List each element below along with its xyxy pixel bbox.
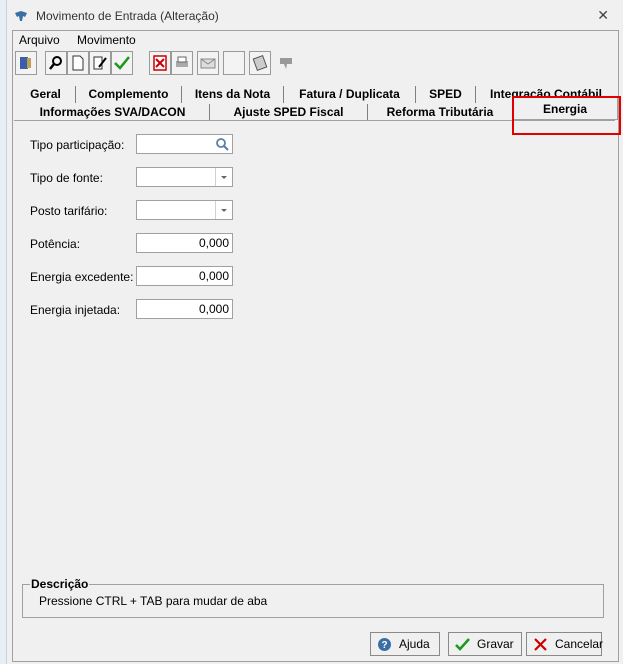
close-icon[interactable]: ✕ [597, 7, 609, 24]
confirm-icon [114, 56, 130, 70]
new-button[interactable] [67, 51, 89, 75]
tipo-participacao-label: Tipo participação: [30, 138, 125, 152]
tab-itens-da-nota[interactable]: Itens da Nota [182, 86, 284, 103]
energia-injetada-input[interactable]: 0,000 [136, 299, 233, 319]
confirm-button[interactable] [111, 51, 133, 75]
description-title: Descrição [30, 577, 90, 591]
print-icon [176, 56, 188, 67]
background-strip [0, 0, 7, 664]
title-bar: Movimento de Entrada (Alteração) ✕ [6, 4, 617, 28]
potencia-label: Potência: [30, 237, 81, 251]
window-title: Movimento de Entrada (Alteração) [36, 9, 219, 23]
tab-reforma-tributaria[interactable]: Reforma Tributária [368, 104, 512, 121]
window: Movimento de Entrada (Alteração) ✕ Arqui… [0, 0, 623, 664]
app-icon [15, 11, 27, 21]
posto-tarifario-select[interactable] [136, 200, 233, 220]
menu-bar: Arquivo Movimento [19, 33, 150, 49]
energia-excedente-input[interactable]: 0,000 [136, 266, 233, 286]
search-button[interactable] [45, 51, 67, 75]
chevron-down-icon[interactable] [215, 201, 232, 219]
print-button[interactable] [171, 51, 193, 75]
tipo-fonte-label: Tipo de fonte: [30, 171, 103, 185]
delete-button[interactable] [149, 51, 171, 75]
potencia-input[interactable]: 0,000 [136, 233, 233, 253]
edit-icon [93, 56, 107, 70]
energia-injetada-label: Energia injetada: [30, 303, 121, 317]
tab-fatura-duplicata[interactable]: Fatura / Duplicata [284, 86, 416, 103]
tab-geral[interactable]: Geral [16, 86, 76, 103]
description-box: Descrição Pressione CTRL + TAB para muda… [22, 577, 604, 618]
tab-panel-energia [14, 120, 615, 579]
new-doc-icon [72, 55, 84, 71]
arrow-button[interactable] [275, 51, 297, 75]
tab-complemento[interactable]: Complemento [76, 86, 182, 103]
search-icon [49, 56, 62, 70]
save-button[interactable]: Gravar [448, 632, 522, 656]
cancel-button[interactable]: Cancelar [526, 632, 604, 656]
tipo-participacao-input[interactable] [136, 134, 233, 154]
energia-excedente-label: Energia excedente: [30, 270, 134, 284]
blank-button[interactable] [223, 51, 245, 75]
cancel-label: Cancelar [555, 637, 604, 651]
tab-sped[interactable]: SPED [416, 86, 476, 103]
highlight-box [512, 96, 621, 135]
mail-button[interactable] [197, 51, 219, 75]
save-label: Gravar [477, 637, 514, 651]
description-text: Pressione CTRL + TAB para mudar de aba [39, 594, 268, 608]
delete-icon [153, 55, 167, 71]
help-button[interactable]: ? Ajuda [370, 632, 440, 656]
help-label: Ajuda [399, 637, 430, 651]
tab-ajuste-sped-fiscal[interactable]: Ajuste SPED Fiscal [210, 104, 368, 121]
calculator-button[interactable] [249, 51, 271, 75]
svg-text:?: ? [381, 640, 387, 651]
calculator-icon [252, 55, 268, 71]
arrow-icon [280, 58, 292, 69]
edit-button[interactable] [89, 51, 111, 75]
menu-arquivo[interactable]: Arquivo [19, 33, 60, 47]
menu-movimento[interactable]: Movimento [77, 33, 136, 47]
posto-tarifario-label: Posto tarifário: [30, 204, 108, 218]
close-icon [534, 638, 547, 651]
check-icon [455, 638, 470, 651]
chevron-down-icon[interactable] [215, 168, 232, 186]
tipo-fonte-select[interactable] [136, 167, 233, 187]
exit-icon [20, 57, 31, 69]
mail-icon [200, 58, 216, 69]
help-icon: ? [378, 638, 391, 651]
tab-informacoes-sva-dacon[interactable]: Informações SVA/DACON [16, 104, 210, 121]
search-icon[interactable] [215, 137, 230, 152]
exit-button[interactable] [15, 51, 37, 75]
